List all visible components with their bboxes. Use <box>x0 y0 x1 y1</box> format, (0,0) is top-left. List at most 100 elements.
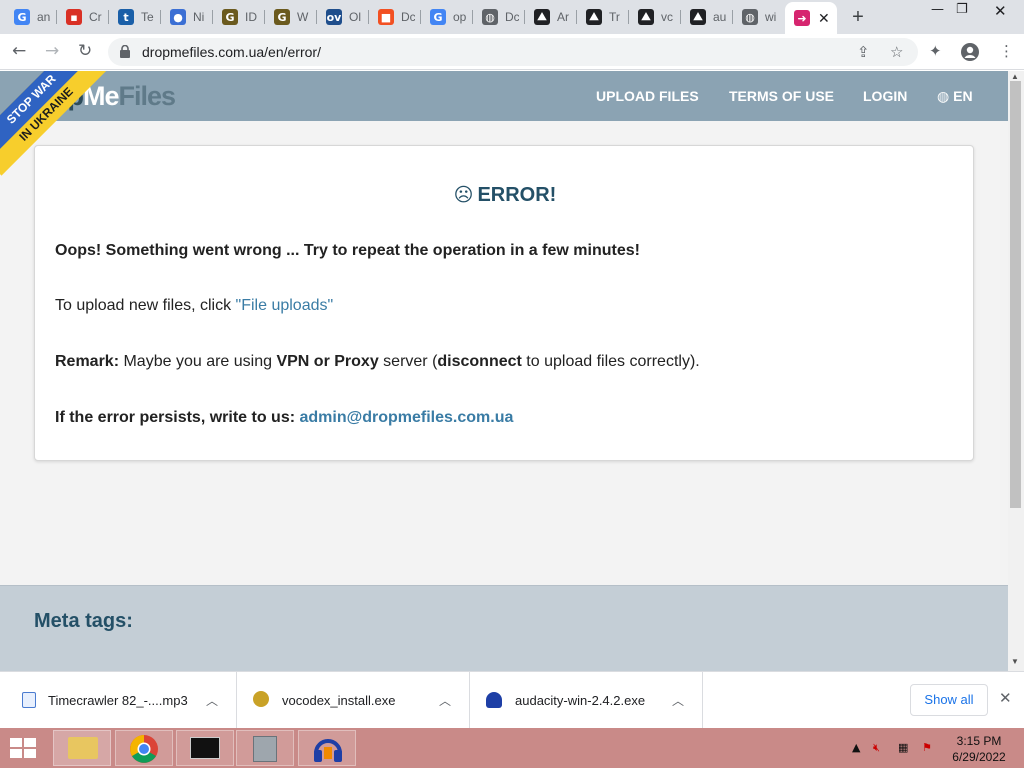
mountain-icon: ⛰ <box>690 9 706 25</box>
tab-title: Ni <box>193 10 205 24</box>
minimize-icon[interactable]: — <box>931 2 944 17</box>
bookmark-star-icon[interactable]: ☆ <box>890 43 903 61</box>
tab-item[interactable]: ▪ Cr <box>57 4 108 30</box>
volume-muted-icon[interactable]: 🔇︎ <box>873 741 880 755</box>
chevron-up-icon[interactable]: ︿ <box>439 692 451 709</box>
network-icon[interactable]: ▦ <box>898 741 908 754</box>
microsoft-icon: ■ <box>378 9 394 25</box>
download-item[interactable]: audacity-win-2.4.2.exe ︿ <box>470 672 703 729</box>
tab-title: Ol <box>349 10 361 24</box>
site-header: opMeFiles UPLOAD FILES TERMS OF USE LOGI… <box>0 71 1008 121</box>
windows-start-icon[interactable] <box>8 736 38 760</box>
scroll-down-icon[interactable]: ▼ <box>1011 657 1019 666</box>
nav-upload-files[interactable]: UPLOAD FILES <box>596 88 699 104</box>
contact-email-link[interactable]: admin@dropmefiles.com.ua <box>300 409 514 426</box>
download-item[interactable]: Timecrawler 82_-....mp3 ︿ <box>0 672 237 729</box>
download-name: vocodex_install.exe <box>282 693 396 708</box>
chevron-up-icon[interactable]: ︿ <box>206 692 218 709</box>
download-item[interactable]: vocodex_install.exe ︿ <box>237 672 470 729</box>
tab-item[interactable]: t Te <box>109 4 160 30</box>
url-text: dropmefiles.com.ua/en/error/ <box>142 44 321 60</box>
globe-icon: ◍ <box>482 9 498 25</box>
remark-text-3: to upload files correctly). <box>521 353 700 370</box>
file-uploads-link[interactable]: "File uploads" <box>236 297 334 314</box>
red-app-icon: ▪ <box>66 9 82 25</box>
downloads-bar: Timecrawler 82_-....mp3 ︿ vocodex_instal… <box>0 671 1024 729</box>
tab-item[interactable]: ● Ni <box>161 4 212 30</box>
tab-title: Dc <box>401 10 415 24</box>
tab-item[interactable]: ■ Dc <box>369 4 420 30</box>
extensions-puzzle-icon[interactable]: ✦ <box>929 42 942 60</box>
file-explorer-app[interactable] <box>53 730 111 766</box>
nav-terms-of-use[interactable]: TERMS OF USE <box>729 88 834 104</box>
tab-item[interactable]: ⛰ Tr <box>577 4 628 30</box>
tab-strip: Gan ▪ Cr t Te ● Ni G ID G Wov Ol ■ Dc Gop ◍ Dc ⛰ Ar ⛰ Tr ⛰ vc ⛰… <box>0 0 1024 34</box>
folder-icon <box>68 737 98 759</box>
google-icon: G <box>14 9 30 25</box>
back-icon[interactable]: ← <box>12 42 26 60</box>
cmd-app[interactable] <box>176 730 234 766</box>
clock-time: 3:15 PM <box>956 734 1002 748</box>
tab-item[interactable]: GW <box>265 4 316 30</box>
close-window-icon[interactable]: ✕ <box>994 2 1007 20</box>
chevron-up-icon[interactable]: ︿ <box>672 692 684 709</box>
chrome-icon <box>130 735 158 763</box>
nav-login[interactable]: LOGIN <box>863 88 907 104</box>
share-icon[interactable]: ⇪ <box>857 43 870 61</box>
menu-kebab-icon[interactable]: ⋮ <box>999 42 1014 60</box>
tray-expand-icon[interactable]: ▲ <box>852 741 860 754</box>
mountain-icon: ⛰ <box>534 9 550 25</box>
chrome-app[interactable] <box>115 730 173 766</box>
download-name: Timecrawler 82_-....mp3 <box>48 693 188 708</box>
system-clock[interactable]: 3:15 PM 6/29/2022 <box>944 733 1014 765</box>
logo-part-c: Files <box>118 81 177 111</box>
remark-vpn: VPN or Proxy <box>276 353 379 370</box>
address-bar[interactable]: dropmefiles.com.ua/en/error/ ⇪ ☆ <box>108 38 918 66</box>
tab-item[interactable]: ◍ wi <box>733 4 784 30</box>
audacity-app[interactable] <box>298 730 356 766</box>
tab-item[interactable]: ov Ol <box>317 4 368 30</box>
t-icon: t <box>118 9 134 25</box>
tab-item[interactable]: ⛰ Ar <box>525 4 576 30</box>
tab-title: W <box>297 10 309 24</box>
tab-active[interactable]: ➜ ✕ <box>785 2 837 34</box>
tab-title: Cr <box>89 10 102 24</box>
installer-icon <box>253 691 269 707</box>
lock-icon <box>120 45 130 58</box>
tab-item[interactable]: ⛰ vc <box>629 4 680 30</box>
new-tab-button[interactable]: + <box>848 6 868 29</box>
page-scrollbar[interactable]: ▲ ▼ <box>1008 71 1024 671</box>
scroll-up-icon[interactable]: ▲ <box>1011 72 1019 81</box>
show-all-button[interactable]: Show all <box>910 684 988 716</box>
nav-language[interactable]: ◍ EN <box>937 88 973 105</box>
browser-toolbar: ← → ↻ dropmefiles.com.ua/en/error/ ⇪ ☆ ✦… <box>0 34 1024 70</box>
tab-item[interactable]: Gan <box>5 4 56 30</box>
blue-shape-icon: ● <box>170 9 186 25</box>
dropmefiles-icon: ➜ <box>794 10 810 26</box>
ov-icon: ov <box>326 9 342 25</box>
tab-title: Tr <box>609 10 620 24</box>
contact-line: If the error persists, write to us: admi… <box>55 409 513 427</box>
tab-item[interactable]: G ID <box>213 4 264 30</box>
reload-icon[interactable]: ↻ <box>78 42 92 60</box>
tab-item[interactable]: ◍ Dc <box>473 4 524 30</box>
error-card: ☹ ERROR! Oops! Something went wrong ... T… <box>34 145 974 461</box>
contact-label: If the error persists, write to us: <box>55 409 300 426</box>
close-downloads-icon[interactable]: ✕ <box>999 689 1012 707</box>
remark-label: Remark: <box>55 353 120 370</box>
error-message: Oops! Something went wrong ... Try to re… <box>55 242 640 259</box>
scrollbar-thumb[interactable] <box>1010 81 1021 508</box>
tab-item[interactable]: Gop <box>421 4 472 30</box>
restore-icon[interactable]: ❐ <box>956 2 968 17</box>
tab-item[interactable]: ⛰ au <box>681 4 732 30</box>
tab-title: Dc <box>505 10 519 24</box>
forward-icon[interactable]: → <box>45 42 59 60</box>
tab-title: Te <box>141 10 154 24</box>
profile-avatar-icon[interactable] <box>961 43 979 61</box>
audacity-icon <box>486 692 502 708</box>
close-tab-icon[interactable]: ✕ <box>818 10 830 27</box>
archive-app[interactable] <box>236 730 294 766</box>
action-center-icon[interactable]: ⚑ <box>922 741 932 754</box>
remark-text-1: Maybe you are using <box>119 353 277 370</box>
download-name: audacity-win-2.4.2.exe <box>515 693 646 708</box>
